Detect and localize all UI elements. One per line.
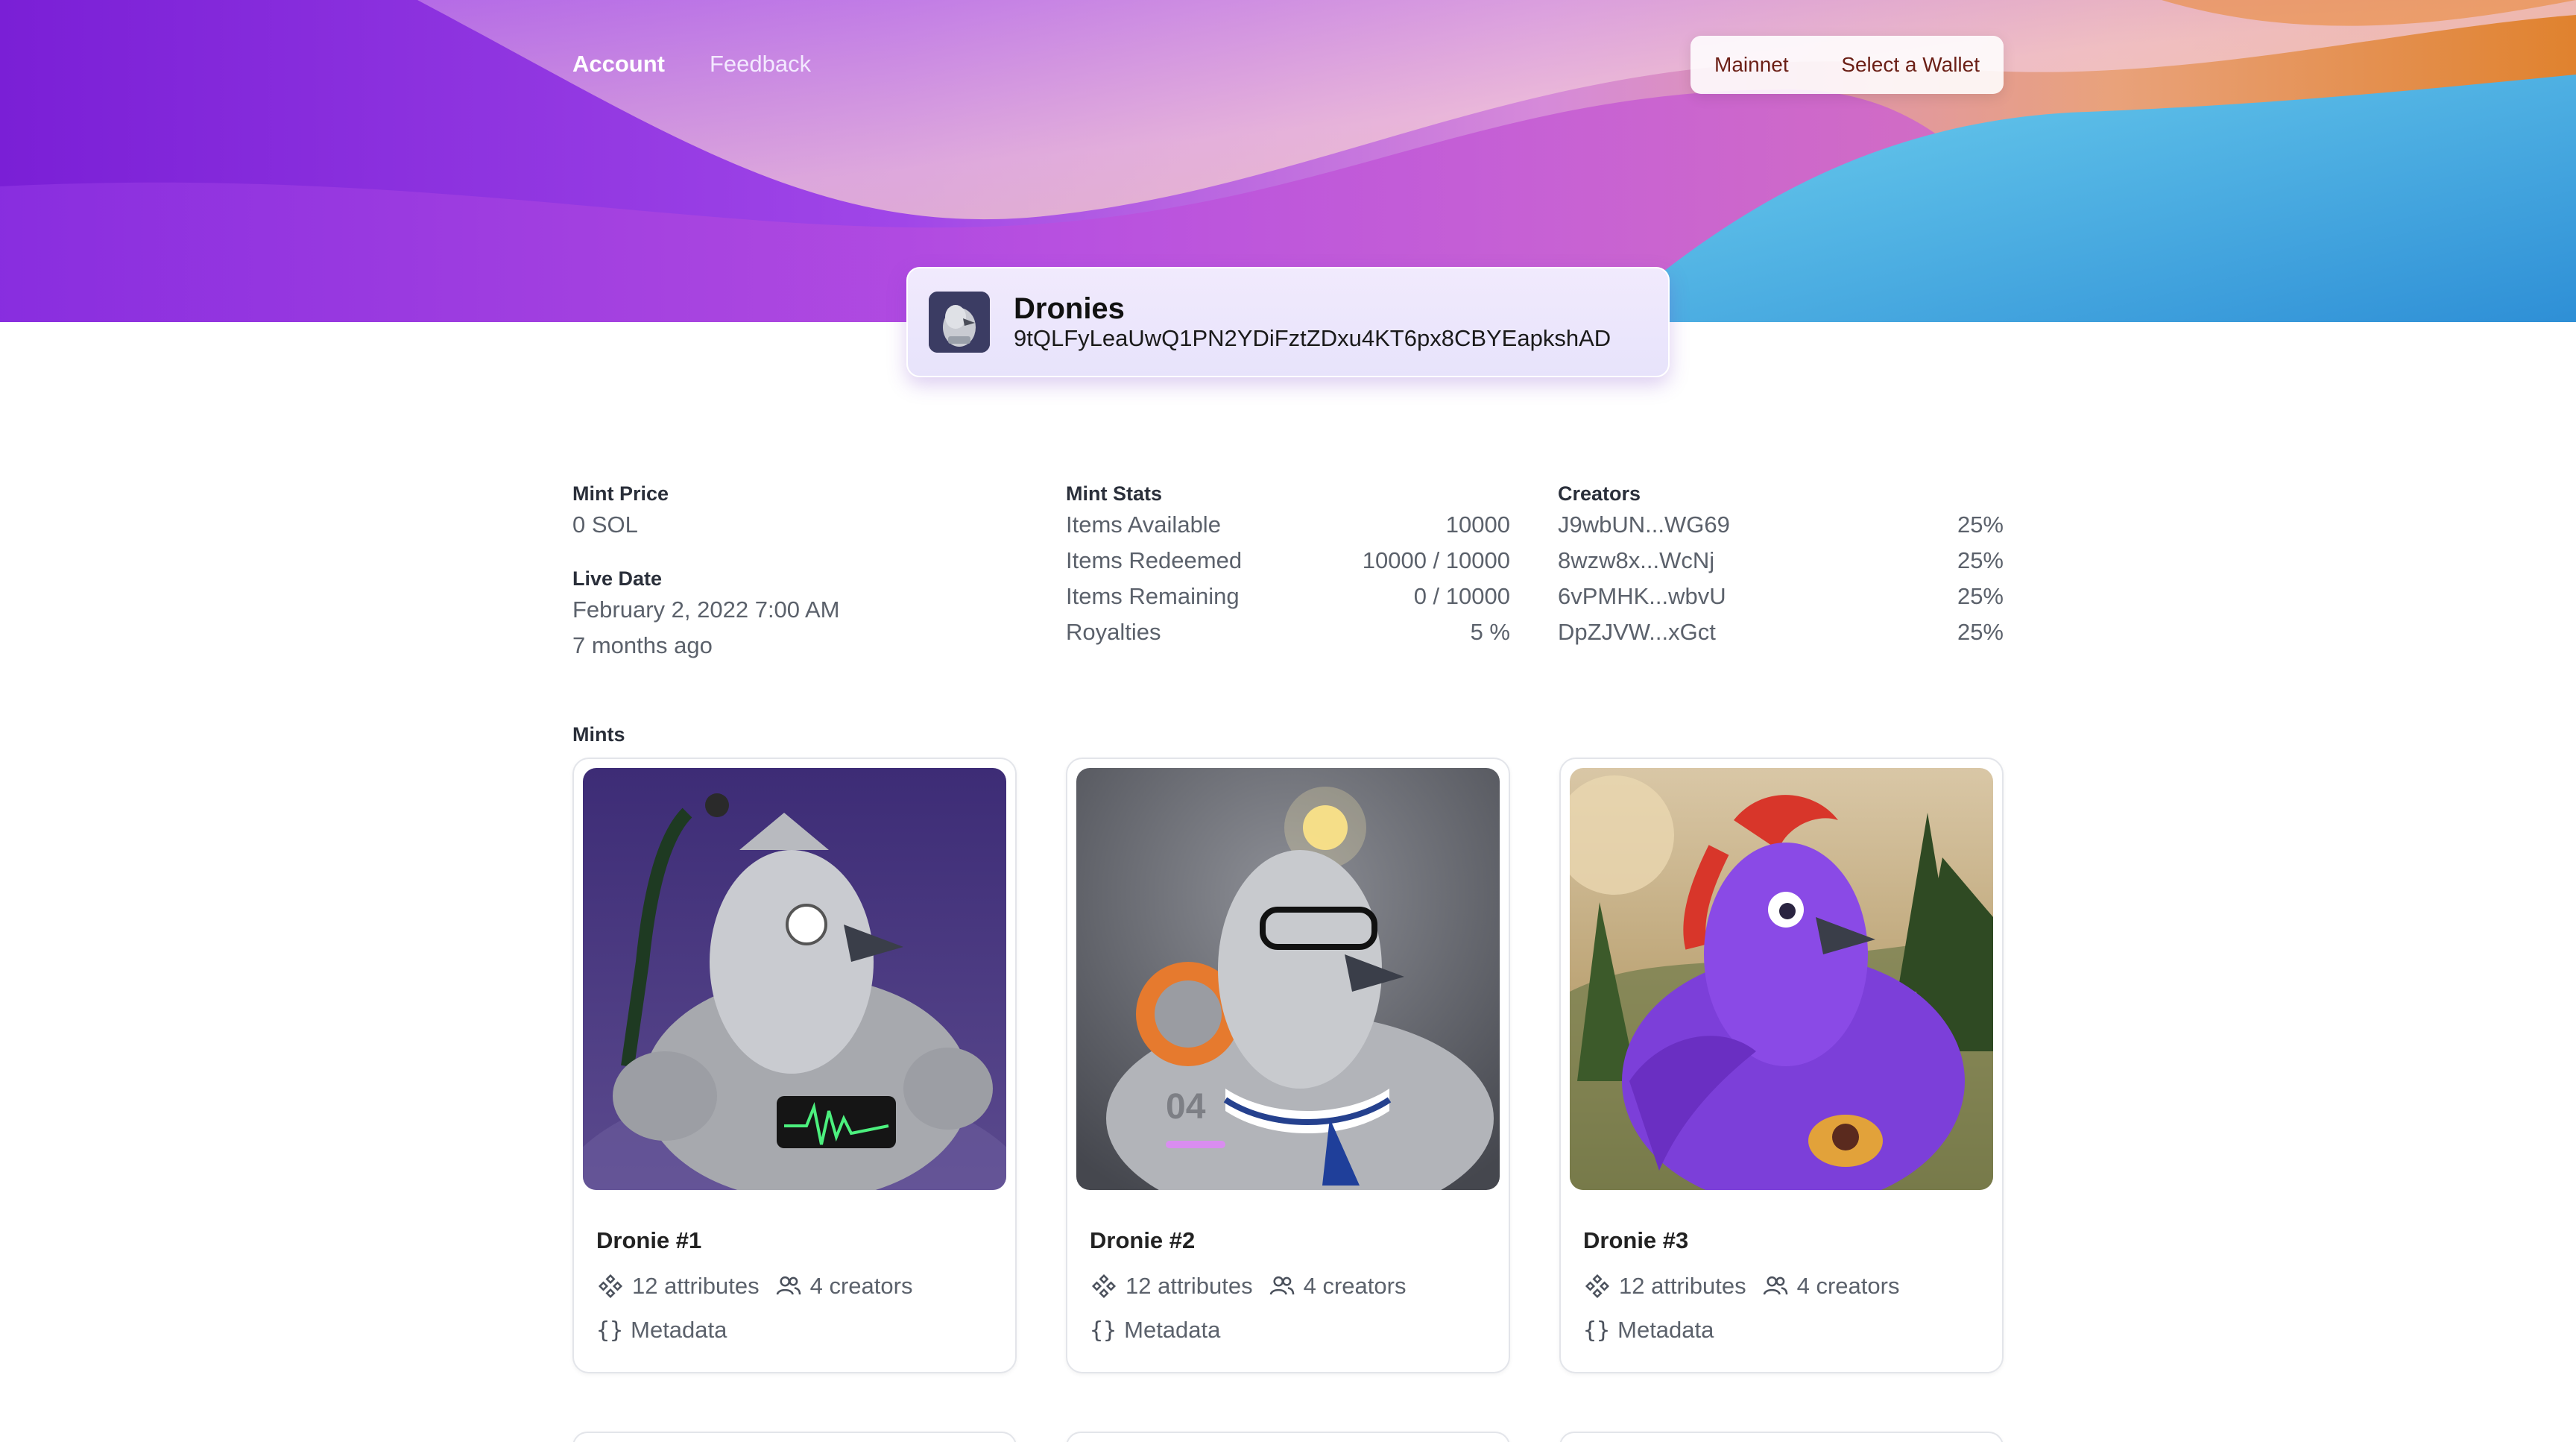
mint-card[interactable]: 04 Dronie #2 12 attributes 4 creators {}… xyxy=(1066,758,1510,1373)
mint-card[interactable] xyxy=(572,1432,1017,1442)
stat-name: Items Redeemed xyxy=(1066,547,1243,573)
creators-count: 4 creators xyxy=(809,1273,913,1299)
mint-title: Dronie #1 xyxy=(596,1227,702,1253)
stat-name: Royalties xyxy=(1066,619,1161,645)
collection-address[interactable]: 9tQLFyLeaUwQ1PN2YDiFztZDxu4KT6px8CBYEapk… xyxy=(1014,325,1611,352)
attributes-icon xyxy=(598,1273,623,1299)
mint-stats-row: Royalties 5 % xyxy=(1066,614,1510,650)
nav-feedback-link[interactable]: Feedback xyxy=(710,51,811,78)
creator-row: J9wbUN...WG69 25% xyxy=(1558,507,2004,543)
mint-stats-column: Mint Stats Items Available 10000 Items R… xyxy=(1066,480,1510,650)
stat-value: 10000 / 10000 xyxy=(1362,547,1510,573)
creator-share: 25% xyxy=(1957,511,2004,538)
mint-price-label: Mint Price xyxy=(572,482,669,505)
creator-row: 6vPMHK...wbvU 25% xyxy=(1558,579,2004,614)
mint-title: Dronie #3 xyxy=(1583,1227,1689,1253)
collection-header-card: Dronies 9tQLFyLeaUwQ1PN2YDiFztZDxu4KT6px… xyxy=(906,267,1670,377)
metadata-link[interactable]: {} Metadata xyxy=(596,1317,727,1344)
creator-address-link[interactable]: 8wzw8x...WcNj xyxy=(1558,547,1714,574)
creators-count: 4 creators xyxy=(1796,1273,1900,1299)
braces-icon: {} xyxy=(1583,1317,1611,1344)
metadata-link[interactable]: {} Metadata xyxy=(1583,1317,1714,1344)
creator-address-link[interactable]: DpZJVW...xGct xyxy=(1558,619,1716,646)
collection-name: Dronies xyxy=(1014,292,1125,325)
mint-stats-row: Items Available 10000 xyxy=(1066,507,1510,543)
metadata-label: Metadata xyxy=(1124,1317,1221,1343)
mint-title: Dronie #2 xyxy=(1090,1227,1196,1253)
mint-card[interactable]: Dronie #1 12 attributes 4 creators {} Me… xyxy=(572,758,1017,1373)
mint-stats-label: Mint Stats xyxy=(1066,482,1163,505)
creator-share: 25% xyxy=(1957,583,2004,609)
mint-meta: 12 attributes 4 creators xyxy=(1090,1272,1406,1300)
attributes-icon xyxy=(1585,1273,1610,1299)
stat-name: Items Remaining xyxy=(1066,583,1240,609)
mint-image[interactable] xyxy=(583,768,1006,1190)
creator-share: 25% xyxy=(1957,547,2004,573)
metadata-label: Metadata xyxy=(631,1317,727,1343)
network-selector-button[interactable]: Mainnet xyxy=(1714,53,1789,77)
braces-icon: {} xyxy=(1090,1317,1117,1344)
stat-value: 5 % xyxy=(1470,619,1510,645)
mint-stats-row: Items Redeemed 10000 / 10000 xyxy=(1066,543,1510,579)
mint-card[interactable]: Dronie #3 12 attributes 4 creators {} Me… xyxy=(1559,758,2004,1373)
creators-count: 4 creators xyxy=(1303,1273,1407,1299)
stat-value: 10000 xyxy=(1445,511,1510,538)
creator-address-link[interactable]: 6vPMHK...wbvU xyxy=(1558,583,1726,610)
stat-value: 0 / 10000 xyxy=(1413,583,1510,609)
live-date-value: February 2, 2022 7:00 AM xyxy=(572,596,840,623)
mint-meta: 12 attributes 4 creators xyxy=(1583,1272,1899,1300)
creator-row: DpZJVW...xGct 25% xyxy=(1558,614,2004,650)
top-nav: Account Feedback xyxy=(572,51,811,78)
mint-stats-row: Items Remaining 0 / 10000 xyxy=(1066,579,1510,614)
wallet-controls: Mainnet Select a Wallet xyxy=(1690,36,2004,94)
stat-name: Items Available xyxy=(1066,511,1221,538)
live-date-relative: 7 months ago xyxy=(572,632,713,658)
braces-icon: {} xyxy=(596,1317,624,1344)
creators-column: Creators J9wbUN...WG69 25% 8wzw8x...WcNj… xyxy=(1558,480,2004,650)
users-icon xyxy=(776,1276,801,1295)
live-date-label: Live Date xyxy=(572,567,663,590)
mint-card[interactable] xyxy=(1559,1432,2004,1442)
nav-account-link[interactable]: Account xyxy=(572,51,665,78)
select-wallet-button[interactable]: Select a Wallet xyxy=(1841,53,1980,77)
creator-share: 25% xyxy=(1957,619,2004,645)
users-icon xyxy=(1269,1276,1294,1295)
metadata-link[interactable]: {} Metadata xyxy=(1090,1317,1220,1344)
mint-price-value: 0 SOL xyxy=(572,511,638,538)
creator-address-link[interactable]: J9wbUN...WG69 xyxy=(1558,511,1730,538)
attributes-count: 12 attributes xyxy=(1619,1273,1746,1299)
mint-info-column: Mint Price 0 SOL Live Date February 2, 2… xyxy=(572,480,990,664)
mint-meta: 12 attributes 4 creators xyxy=(596,1272,912,1300)
mint-card[interactable] xyxy=(1066,1432,1510,1442)
users-icon xyxy=(1763,1276,1787,1295)
attributes-count: 12 attributes xyxy=(1126,1273,1253,1299)
mint-image[interactable]: 04 xyxy=(1076,768,1500,1190)
mint-image[interactable] xyxy=(1570,768,1993,1190)
mints-section-label: Mints xyxy=(572,723,625,746)
creator-row: 8wzw8x...WcNj 25% xyxy=(1558,543,2004,579)
collection-avatar xyxy=(929,292,990,353)
metadata-label: Metadata xyxy=(1617,1317,1714,1343)
attributes-count: 12 attributes xyxy=(632,1273,760,1299)
svg-text:04: 04 xyxy=(1166,1087,1206,1127)
attributes-icon xyxy=(1091,1273,1117,1299)
creators-label: Creators xyxy=(1558,482,1641,505)
